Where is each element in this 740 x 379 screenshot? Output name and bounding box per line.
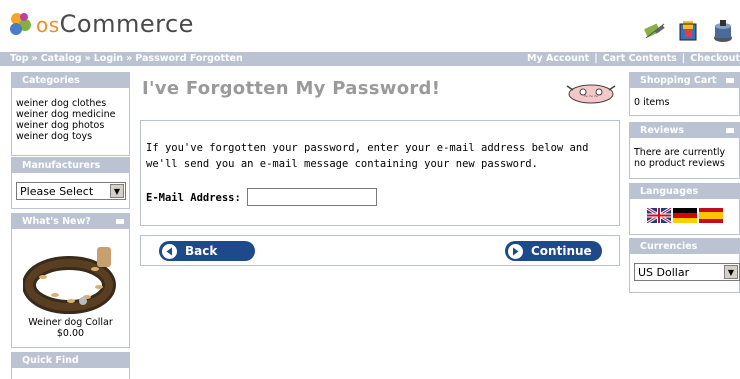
page-title: I've Forgotten My Password!	[142, 78, 441, 99]
currency-select[interactable]: US Dollar ▼	[634, 263, 740, 281]
breadcrumb-separator: »	[126, 53, 133, 64]
shopping-cart-box: Shopping Cart 0 items	[629, 72, 740, 116]
arrow-left-icon	[162, 243, 177, 259]
checkout-icon[interactable]	[710, 18, 736, 44]
breadcrumb: Top» Catalog» Login» Password Forgotten	[10, 52, 243, 66]
continue-button[interactable]: Continue	[505, 241, 602, 261]
reviews-title[interactable]: Reviews	[630, 123, 739, 138]
category-link[interactable]: weiner dog medicine	[16, 109, 125, 120]
flag-spain-icon[interactable]	[698, 208, 723, 223]
breadcrumb-top[interactable]: Top	[10, 53, 29, 64]
arrow-right-icon	[508, 243, 523, 259]
site-header: osCommerce	[0, 0, 740, 52]
minimize-icon[interactable]	[726, 78, 734, 83]
categories-box: Categories weiner dog clothes weiner dog…	[11, 72, 130, 156]
breadcrumb-bar: Top» Catalog» Login» Password Forgotten My …	[0, 52, 740, 66]
back-button[interactable]: Back	[159, 241, 255, 261]
top-links: My Account | Cart Contents | Checkout	[527, 52, 740, 66]
manufacturers-selected-value: Please Select	[20, 184, 94, 198]
continue-button-label: Continue	[531, 244, 592, 258]
flag-uk-icon[interactable]	[646, 208, 671, 223]
manufacturers-select[interactable]: Please Select ▼	[16, 182, 126, 200]
currencies-title: Currencies	[630, 239, 739, 254]
manufacturers-title: Manufacturers	[12, 158, 129, 173]
flag-germany-icon[interactable]	[672, 208, 697, 223]
cart-item-count: 0 items	[634, 97, 670, 108]
languages-title: Languages	[630, 184, 739, 199]
svg-text:~~~: ~~~	[583, 93, 598, 100]
minimize-icon[interactable]	[116, 219, 124, 224]
breadcrumb-separator: »	[84, 53, 91, 64]
whats-new-title: What's New?	[12, 214, 129, 229]
quick-find-box: Quick Find	[11, 352, 130, 379]
manufacturers-box: Manufacturers Please Select ▼	[11, 157, 130, 209]
shopping-cart-title[interactable]: Shopping Cart	[630, 73, 739, 88]
category-link[interactable]: weiner dog photos	[16, 120, 125, 131]
breadcrumb-password-forgotten[interactable]: Password Forgotten	[135, 53, 242, 64]
email-field[interactable]	[247, 188, 377, 206]
languages-box: Languages	[629, 183, 740, 235]
whats-new-box: What's New? Weiner dog Collar $0.00	[11, 213, 130, 348]
category-link[interactable]: weiner dog clothes	[16, 98, 125, 109]
link-divider: |	[681, 53, 686, 64]
product-name-link[interactable]: Weiner dog Collar	[16, 317, 125, 328]
oscommerce-logo[interactable]: osCommerce	[8, 10, 194, 38]
my-account-link[interactable]: My Account	[527, 53, 589, 64]
reviews-text: There are currently no product reviews	[634, 147, 726, 169]
cart-icon[interactable]	[676, 18, 702, 44]
quick-find-title: Quick Find	[12, 353, 129, 368]
password-forgotten-image: ~~~	[566, 84, 616, 104]
reviews-box: Reviews There are currently no product r…	[629, 122, 740, 179]
chevron-down-icon[interactable]: ▼	[724, 265, 738, 279]
categories-title: Categories	[12, 73, 129, 88]
password-form-box: If you've forgotten your password, enter…	[140, 120, 620, 226]
checkout-link[interactable]: Checkout	[690, 53, 740, 64]
currency-selected-value: US Dollar	[638, 265, 690, 279]
link-divider: |	[594, 53, 598, 64]
chevron-down-icon[interactable]: ▼	[110, 184, 124, 198]
email-label: E-Mail Address:	[146, 192, 241, 204]
breadcrumb-catalog[interactable]: Catalog	[41, 53, 82, 64]
breadcrumb-login[interactable]: Login	[94, 53, 123, 64]
category-link[interactable]: weiner dog toys	[16, 131, 125, 142]
currencies-box: Currencies US Dollar ▼	[629, 238, 740, 293]
header-icons	[642, 18, 736, 44]
dog-collar-image[interactable]	[22, 239, 119, 315]
button-bar: Back Continue	[140, 235, 620, 266]
minimize-icon[interactable]	[726, 128, 734, 133]
logo-text: osCommerce	[36, 10, 194, 38]
product-price: $0.00	[56, 328, 85, 339]
cart-contents-link[interactable]: Cart Contents	[603, 53, 677, 64]
logo-bubbles-icon	[10, 13, 31, 35]
instructions-text: If you've forgotten your password, enter…	[146, 142, 589, 170]
my-account-icon[interactable]	[642, 18, 668, 44]
back-button-label: Back	[185, 244, 218, 258]
breadcrumb-separator: »	[31, 53, 38, 64]
